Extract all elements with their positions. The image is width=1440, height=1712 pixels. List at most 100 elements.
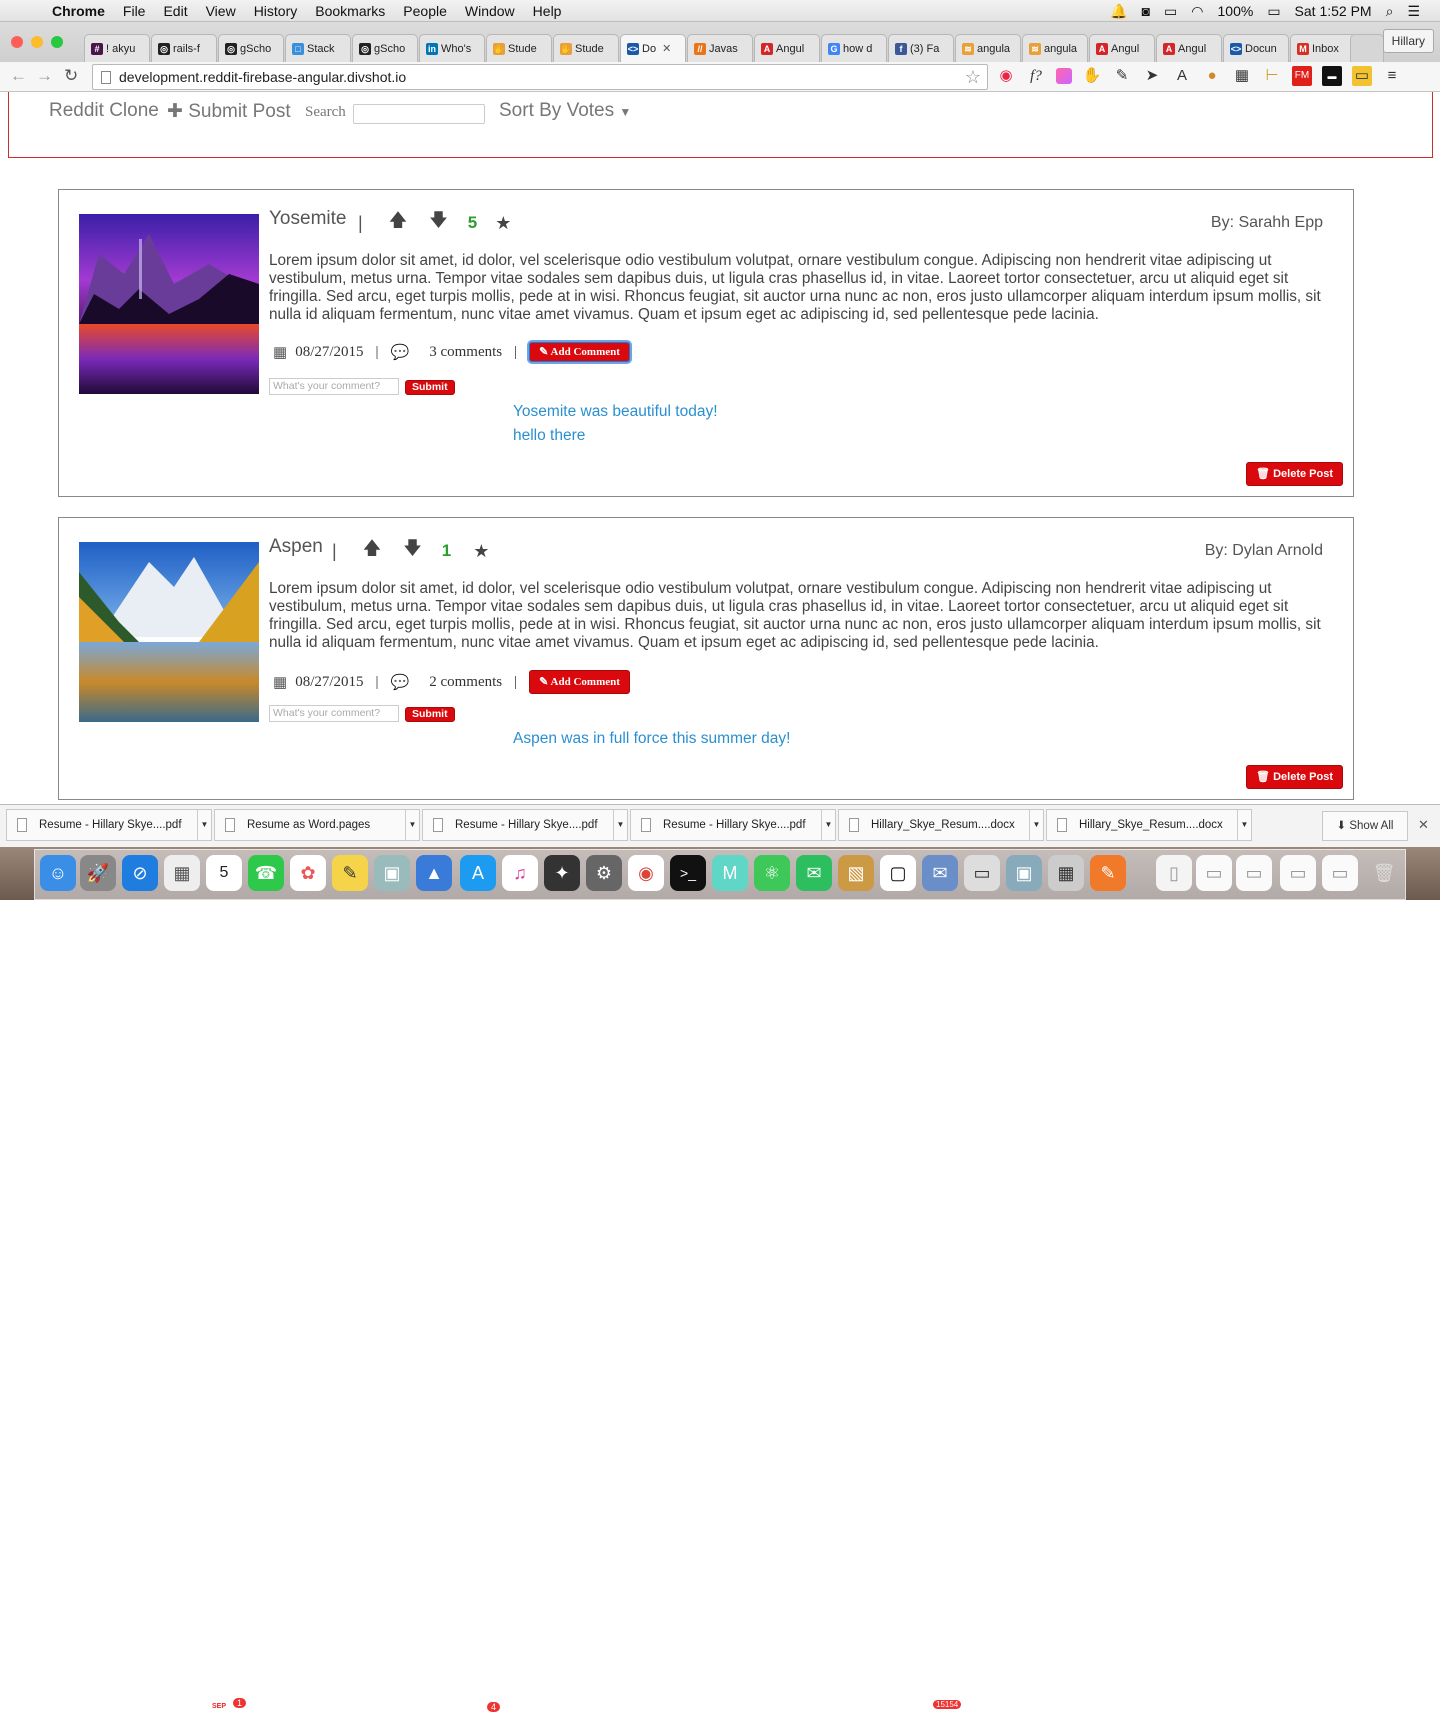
comment-count[interactable]: 3 comments [429,344,502,361]
download-menu-caret[interactable]: ▼ [1237,810,1251,840]
menu-app-name[interactable]: Chrome [52,3,105,19]
close-tab-icon[interactable]: ✕ [662,42,671,55]
color-picker-icon[interactable]: ◉ [996,66,1016,86]
screenshot-stack-icon[interactable]: ▭ [1280,855,1316,891]
submit-post-link[interactable]: ✚ Submit Post [167,100,291,123]
chrome-menu-icon[interactable]: ≡ [1382,66,1402,86]
add-comment-button[interactable]: ✎ Add Comment [529,670,630,694]
menu-file[interactable]: File [123,3,146,19]
menu-history[interactable]: History [254,3,298,19]
clock[interactable]: Sat 1:52 PM [1295,3,1372,19]
safari-icon[interactable]: ⊘ [122,855,158,891]
font-finder-icon[interactable]: f? [1026,66,1046,86]
show-all-downloads-button[interactable]: ⬇ Show All [1322,811,1408,841]
comment-count[interactable]: 2 comments [429,674,502,691]
comment-bubble-icon[interactable]: 💬 [391,343,410,362]
gradient-icon[interactable] [1056,68,1072,84]
browser-tab[interactable]: M Inbox [1290,34,1356,62]
brand-link[interactable]: Reddit Clone [49,100,159,122]
spotlight-icon[interactable]: ⌕ [1386,3,1394,20]
downvote-arrow-icon[interactable]: 🡇 [429,208,448,238]
close-downloads-icon[interactable]: ✕ [1418,817,1429,833]
calculator-icon[interactable]: ▦ [1048,855,1084,891]
battery-percent[interactable]: 100% [1218,3,1254,19]
minimize-window-button[interactable] [31,36,43,48]
bookmark-star-icon[interactable]: ☆ [965,65,981,89]
menu-people[interactable]: People [403,3,447,19]
browser-tab[interactable]: ◎ rails-f [151,34,217,62]
chrome-icon[interactable]: ◉ [628,855,664,891]
delete-post-button[interactable]: 🗑 Delete Post [1246,462,1343,486]
browser-tab[interactable]: Ghow d [821,34,887,62]
chrome-stack-icon[interactable]: ▭ [1322,855,1358,891]
reload-icon[interactable]: ↻ [64,66,78,86]
download-menu-caret[interactable]: ▼ [405,810,419,840]
evernote-icon[interactable]: ✉ [796,855,832,891]
upvote-arrow-icon[interactable]: 🡅 [363,536,382,566]
pixel-ruler-icon[interactable]: ▭ [1352,66,1372,86]
app-grid-icon[interactable]: ▦ [164,855,200,891]
keynote-icon[interactable]: ▲ [416,855,452,891]
terminal-icon[interactable]: >_ [670,855,706,891]
notes-icon[interactable]: ✎ [332,855,368,891]
menu-help[interactable]: Help [533,3,562,19]
download-menu-caret[interactable]: ▼ [197,810,211,840]
browser-tab[interactable]: ✋ Stude [553,34,619,62]
ruler-icon[interactable]: ⊢ [1262,66,1282,86]
fm-icon[interactable]: FM [1292,66,1312,86]
download-item[interactable]: Hillary_Skye_Resum....docx ▼ [1046,809,1252,841]
browser-tab[interactable]: <> Do ✕ [620,34,686,62]
comment-input[interactable]: What's your comment? [269,705,399,722]
arrow-cursor-icon[interactable]: ➤ [1142,66,1162,86]
download-item[interactable]: Resume - Hillary Skye....pdf ▼ [6,809,212,841]
trash-icon[interactable]: 🗑 [1366,855,1402,891]
download-item[interactable]: Resume - Hillary Skye....pdf ▼ [630,809,836,841]
comment-submit-button[interactable]: Submit [405,707,455,722]
dimension-icon[interactable]: ▬ [1322,66,1342,86]
battery-icon[interactable]: ▭ [1267,3,1280,20]
download-item[interactable]: Hillary_Skye_Resum....docx ▼ [838,809,1044,841]
square-app-icon[interactable]: ▢ [880,855,916,891]
m-app-icon[interactable]: M [712,855,748,891]
browser-tab[interactable]: ✋ Stude [486,34,552,62]
camera-icon[interactable]: ◙ [1142,3,1150,19]
delete-post-button[interactable]: 🗑 Delete Post [1246,765,1343,789]
wifi-icon[interactable]: ◠ [1191,3,1203,20]
document-icon[interactable]: ▯ [1156,855,1192,891]
browser-tab[interactable]: A Angul [754,34,820,62]
notification-center-icon[interactable]: ☰ [1407,3,1420,20]
itunes-icon[interactable]: ♫ [502,855,538,891]
upvote-arrow-icon[interactable]: 🡅 [389,208,408,238]
preview-icon[interactable]: ▣ [374,855,410,891]
downvote-arrow-icon[interactable]: 🡇 [403,536,422,566]
menu-window[interactable]: Window [465,3,515,19]
facetime-icon[interactable]: ☎ [248,855,284,891]
airplay-icon[interactable]: ▭ [1164,3,1177,20]
comment-submit-button[interactable]: Submit [405,380,455,395]
photos-icon[interactable]: ✿ [290,855,326,891]
address-bar[interactable]: development.reddit-firebase-angular.divs… [92,64,988,90]
favorite-star-icon[interactable]: ★ [495,213,511,234]
browser-tab[interactable]: ◎ gScho [218,34,284,62]
menu-view[interactable]: View [206,3,236,19]
forward-icon[interactable]: → [36,66,53,86]
post-title[interactable]: Yosemite [269,208,346,230]
browser-tab[interactable]: ≋ angula [1022,34,1088,62]
download-menu-caret[interactable]: ▼ [821,810,835,840]
comment-input[interactable]: What's your comment? [269,378,399,395]
sort-dropdown[interactable]: Sort By Votes ▼ [499,100,631,122]
downloads-stack-icon[interactable]: ▭ [1196,855,1232,891]
profile-button[interactable]: Hillary [1382,29,1434,53]
folder-stack-icon[interactable]: ▭ [1236,855,1272,891]
mail-icon[interactable]: ✉ [922,855,958,891]
back-icon[interactable]: ← [10,66,27,86]
browser-tab[interactable]: □ Stack [285,34,351,62]
comment-bubble-icon[interactable]: 💬 [391,673,410,692]
zoom-window-button[interactable] [51,36,63,48]
finder-icon[interactable]: ☺ [40,855,76,891]
app-store-icon[interactable]: A [460,855,496,891]
browser-tab[interactable]: A Angul [1156,34,1222,62]
sketch-tool-icon[interactable]: ✦ [544,855,580,891]
download-item[interactable]: Resume - Hillary Skye....pdf ▼ [422,809,628,841]
font-size-icon[interactable]: A [1172,66,1192,86]
